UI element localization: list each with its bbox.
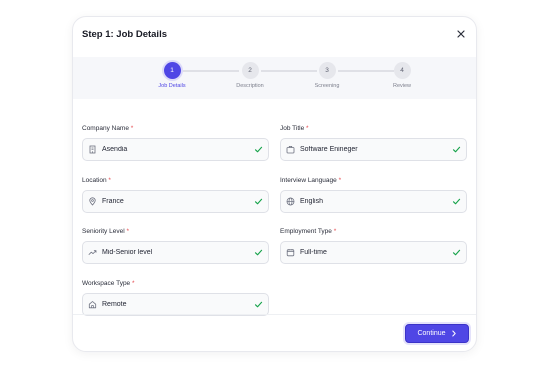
job-details-modal: Step 1: Job Details 1 Job Details 2 Desc… bbox=[72, 16, 477, 352]
company-name-input[interactable]: Asendia bbox=[82, 138, 269, 161]
location-value: France bbox=[102, 198, 124, 205]
seniority-level-label: Seniority Level bbox=[82, 228, 125, 235]
check-icon bbox=[254, 145, 263, 154]
step-label: Screening bbox=[314, 83, 340, 89]
company-name-field: Company Name * Asendia bbox=[82, 125, 269, 161]
modal-header: Step 1: Job Details bbox=[73, 17, 476, 53]
check-icon bbox=[452, 248, 461, 257]
employment-type-value: Full-time bbox=[300, 249, 327, 256]
employment-type-label: Employment Type bbox=[280, 228, 332, 235]
required-marker: * bbox=[338, 177, 342, 184]
job-title-field: Job Title * Software Enineger bbox=[280, 125, 467, 161]
step-label: Description bbox=[236, 83, 264, 89]
globe-icon bbox=[286, 197, 295, 206]
step-number: 2 bbox=[241, 62, 259, 79]
workspace-type-select[interactable]: Remote bbox=[82, 293, 269, 316]
workspace-type-field: Workspace Type * Remote bbox=[82, 280, 269, 316]
check-icon bbox=[254, 248, 263, 257]
step-description[interactable]: 2 Description bbox=[225, 62, 275, 89]
location-input[interactable]: France bbox=[82, 190, 269, 213]
check-icon bbox=[452, 197, 461, 206]
seniority-level-select[interactable]: Mid-Senior level bbox=[82, 241, 269, 264]
step-number: 4 bbox=[393, 62, 411, 79]
required-marker: * bbox=[333, 228, 337, 235]
required-marker: * bbox=[306, 125, 309, 132]
workspace-type-value: Remote bbox=[102, 301, 127, 308]
modal-title: Step 1: Job Details bbox=[82, 29, 167, 40]
required-marker: * bbox=[130, 125, 134, 132]
interview-language-value: English bbox=[300, 198, 323, 205]
building-icon bbox=[88, 145, 97, 154]
step-screening[interactable]: 3 Screening bbox=[302, 62, 352, 89]
seniority-level-value: Mid-Senior level bbox=[102, 249, 153, 256]
employment-type-select[interactable]: Full-time bbox=[280, 241, 467, 264]
location-field: Location * France bbox=[82, 177, 269, 213]
interview-language-field: Interview Language * English bbox=[280, 177, 467, 213]
seniority-level-field: Seniority Level * Mid-Senior level bbox=[82, 228, 269, 264]
briefcase-icon bbox=[286, 145, 295, 154]
home-icon bbox=[88, 300, 97, 309]
job-title-label: Job Title bbox=[280, 125, 305, 132]
workspace-type-label: Workspace Type bbox=[82, 280, 131, 287]
step-number: 1 bbox=[163, 62, 181, 79]
job-title-input[interactable]: Software Enineger bbox=[280, 138, 467, 161]
interview-language-label: Interview Language bbox=[280, 177, 337, 184]
job-title-value: Software Enineger bbox=[300, 146, 358, 153]
location-label: Location bbox=[82, 177, 107, 184]
employment-type-field: Employment Type * Full-time bbox=[280, 228, 467, 264]
continue-button[interactable]: Continue bbox=[405, 324, 469, 343]
calendar-icon bbox=[286, 248, 295, 257]
modal-footer: Continue bbox=[73, 314, 476, 351]
interview-language-input[interactable]: English bbox=[280, 190, 467, 213]
trending-up-icon bbox=[88, 248, 97, 257]
step-label: Job Details bbox=[158, 83, 186, 89]
check-icon bbox=[254, 300, 263, 309]
check-icon bbox=[452, 145, 461, 154]
stepper: 1 Job Details 2 Description 3 Screening … bbox=[73, 57, 476, 99]
step-number: 3 bbox=[318, 62, 336, 79]
required-marker: * bbox=[126, 228, 129, 235]
close-icon bbox=[457, 30, 465, 38]
check-icon bbox=[254, 197, 263, 206]
required-marker: * bbox=[108, 177, 111, 184]
close-button[interactable] bbox=[455, 28, 467, 40]
step-job-details[interactable]: 1 Job Details bbox=[147, 62, 197, 89]
company-name-value: Asendia bbox=[102, 146, 128, 153]
continue-label: Continue bbox=[417, 330, 446, 337]
step-label: Review bbox=[392, 83, 412, 89]
step-review[interactable]: 4 Review bbox=[377, 62, 427, 89]
map-pin-icon bbox=[88, 197, 97, 206]
company-name-label: Company Name bbox=[82, 125, 129, 132]
required-marker: * bbox=[132, 280, 135, 287]
chevron-right-icon bbox=[451, 330, 457, 337]
